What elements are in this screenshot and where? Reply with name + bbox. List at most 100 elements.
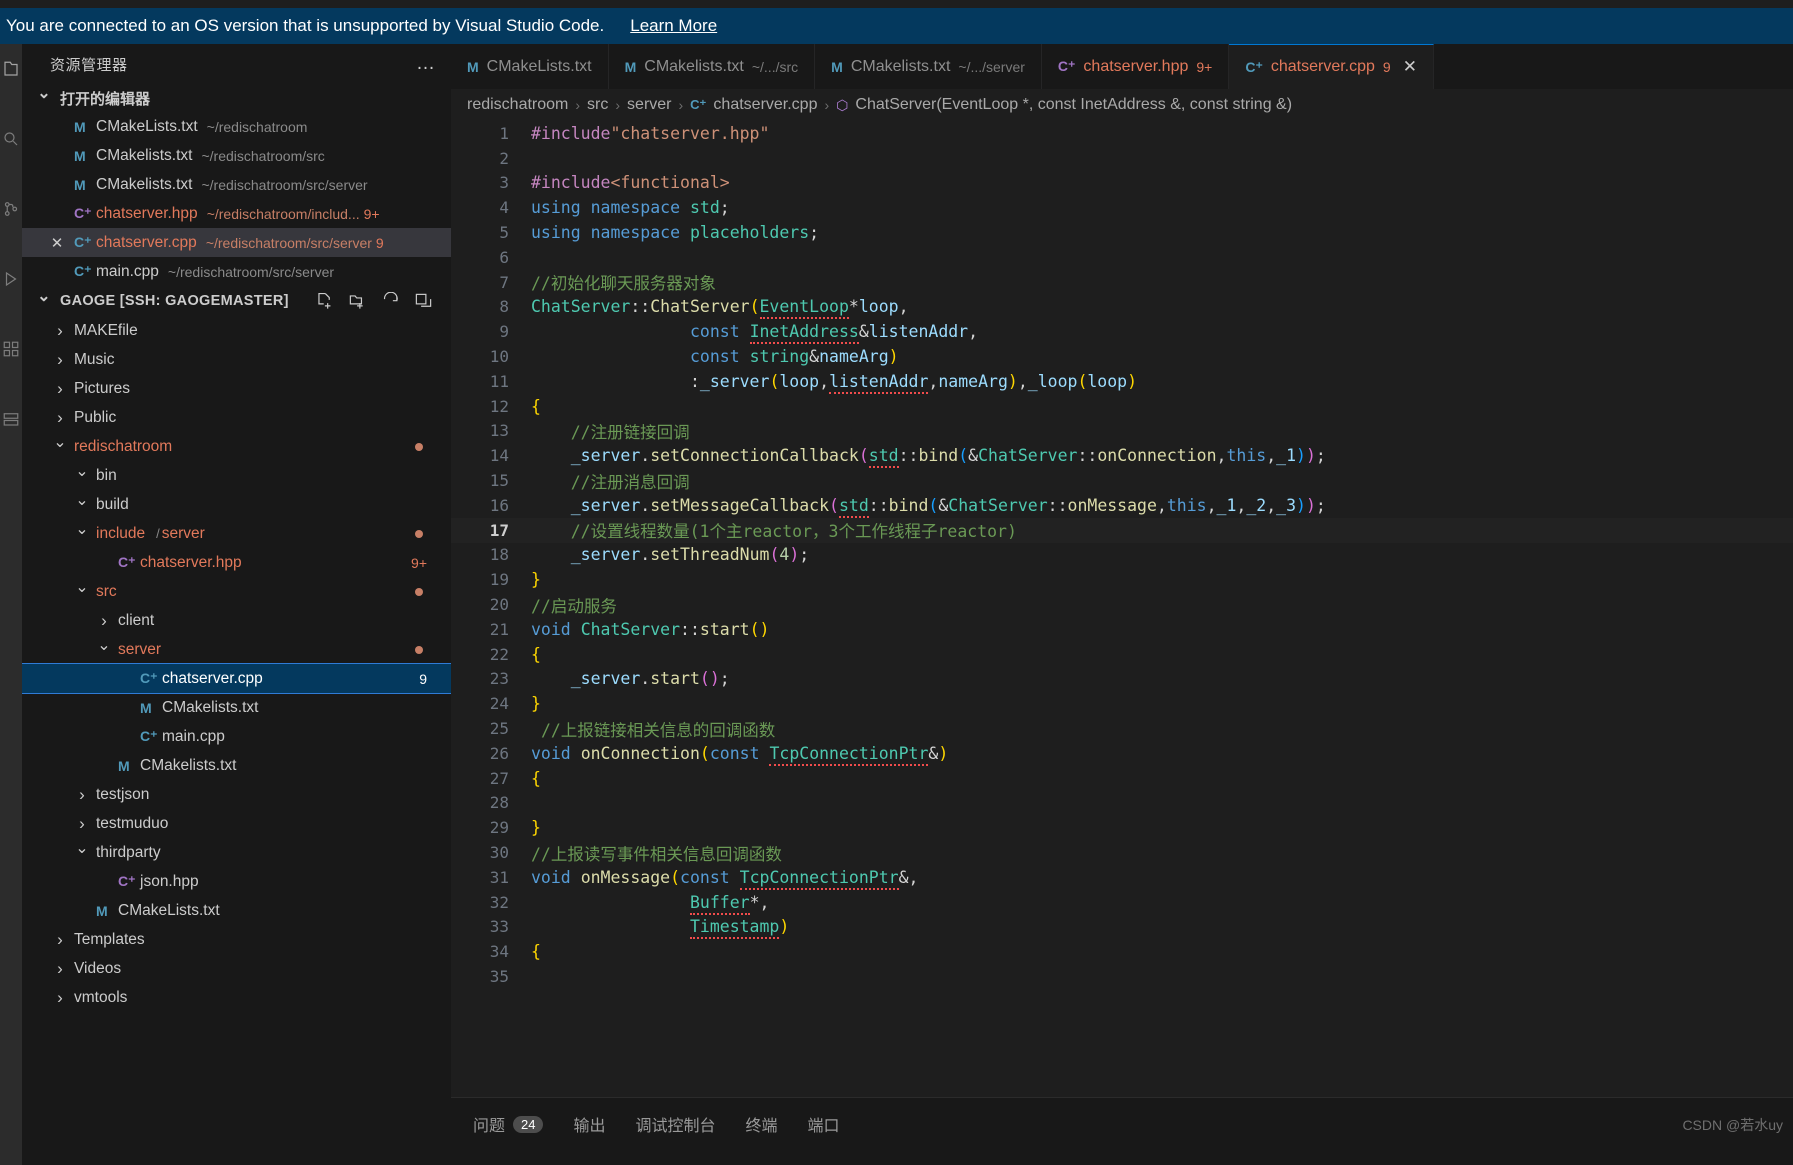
tree-file[interactable]: C⁺ chatserver.cpp 9 (22, 663, 451, 694)
code-line[interactable]: 12 { (451, 394, 1793, 419)
breadcrumb-item[interactable]: chatserver.cpp (713, 96, 817, 114)
code-line[interactable]: 7 //初始化聊天服务器对象 (451, 270, 1793, 295)
tree-folder[interactable]: bin (22, 461, 451, 490)
open-editor-item[interactable]: C⁺ chatserver.hpp ~/redischatroom/includ..… (22, 199, 451, 228)
code-line[interactable]: 15 //注册消息回调 (451, 468, 1793, 493)
tree-folder[interactable]: thirdparty (22, 838, 451, 867)
close-icon[interactable]: ✕ (50, 234, 64, 252)
code-line[interactable]: 1 #include"chatserver.hpp" (451, 121, 1793, 146)
tree-file[interactable]: C⁺ json.hpp (22, 867, 451, 896)
code-line[interactable]: 30 //上报读写事件相关信息回调函数 (451, 840, 1793, 865)
explorer-more-actions-icon[interactable]: … (416, 53, 437, 75)
code-line[interactable]: 19} (451, 567, 1793, 592)
panel-tab[interactable]: 调试控制台 (636, 1112, 716, 1136)
code-line[interactable]: 6 (451, 245, 1793, 270)
code-line[interactable]: 5 using namespace placeholders; (451, 220, 1793, 245)
breadcrumb-item[interactable]: src (587, 96, 608, 114)
editor-tab[interactable]: C⁺ chatserver.cpp 9 ✕ (1229, 44, 1434, 89)
tree-folder[interactable]: include /server (22, 519, 451, 548)
refresh-icon[interactable] (381, 291, 400, 311)
code-line[interactable]: 9 const InetAddress&listenAddr, (451, 319, 1793, 345)
code-line[interactable]: 22 { (451, 642, 1793, 667)
new-file-icon[interactable] (315, 292, 334, 311)
open-editor-item[interactable]: M CMakeLists.txt ~/redischatroom (22, 112, 451, 141)
tree-file[interactable]: C⁺ chatserver.hpp 9+ (22, 548, 451, 577)
tree-item-label: CMakelists.txt (162, 698, 259, 716)
code-line[interactable]: 28 (451, 791, 1793, 816)
open-editor-item[interactable]: M CMakelists.txt ~/redischatroom/src (22, 141, 451, 170)
tree-file[interactable]: M CMakelists.txt (22, 751, 451, 780)
extensions-icon[interactable] (2, 340, 20, 358)
open-editor-item[interactable]: C⁺ main.cpp ~/redischatroom/src/server (22, 257, 451, 286)
code-line[interactable]: 4 using namespace std; (451, 195, 1793, 220)
tree-folder[interactable]: Videos (22, 954, 451, 983)
run-debug-icon[interactable] (2, 270, 20, 288)
code-line[interactable]: 25 //上报链接相关信息的回调函数 (451, 716, 1793, 741)
code-line[interactable]: 31 void onMessage(const TcpConnectionPtr&… (451, 865, 1793, 890)
explorer-icon[interactable] (2, 60, 20, 78)
code-line[interactable]: 35 (451, 964, 1793, 989)
tree-folder[interactable]: server (22, 635, 451, 664)
open-editor-item[interactable]: M CMakelists.txt ~/redischatroom/src/serve… (22, 170, 451, 199)
panel-tab[interactable]: 终端 (746, 1112, 778, 1136)
code-line[interactable]: 21 void ChatServer::start() (451, 617, 1793, 642)
code-line[interactable]: 2 (451, 146, 1793, 171)
code-line[interactable]: 26 void onConnection(const TcpConnectionP… (451, 741, 1793, 766)
code-line[interactable]: 13 //注册链接回调 (451, 419, 1793, 444)
open-editor-item[interactable]: ✕ C⁺ chatserver.cpp ~/redischatroom/src/ser… (22, 228, 451, 257)
code-line[interactable]: 24} (451, 691, 1793, 716)
code-line[interactable]: 20 //启动服务 (451, 592, 1793, 617)
code-line[interactable]: 23 _server.start(); (451, 667, 1793, 692)
tree-folder[interactable]: Templates (22, 925, 451, 954)
code-line[interactable]: 17 //设置线程数量(1个主reactor，3个工作线程子reactor) (451, 517, 1793, 543)
tree-file[interactable]: M CMakeLists.txt (22, 896, 451, 925)
code-line[interactable]: 14 _server.setConnectionCallback(std::bi… (451, 443, 1793, 469)
code-line[interactable]: 18 _server.setThreadNum(4); (451, 543, 1793, 568)
tree-folder[interactable]: build (22, 490, 451, 519)
code-line[interactable]: 33 Timestamp) (451, 915, 1793, 940)
code-line[interactable]: 11 :_server(loop,listenAddr,nameArg),_lo… (451, 369, 1793, 394)
open-editors-section-header[interactable]: 打开的编辑器 (22, 84, 451, 112)
tree-folder[interactable]: client (22, 606, 451, 635)
breadcrumb-item[interactable]: ChatServer(EventLoop *, const InetAddres… (855, 96, 1292, 114)
breadcrumb-item[interactable]: redischatroom (467, 96, 568, 114)
tree-folder[interactable]: Pictures (22, 374, 451, 403)
code-line[interactable]: 32 Buffer*, (451, 890, 1793, 915)
editor-tab[interactable]: M CMakeLists.txt (451, 44, 609, 89)
tree-folder[interactable]: testmuduo (22, 809, 451, 838)
learn-more-link[interactable]: Learn More (630, 16, 717, 36)
panel-tab[interactable]: 问题 24 (473, 1112, 544, 1136)
activity-bar[interactable] (0, 44, 22, 1165)
code-line[interactable]: 10 const string&nameArg) (451, 344, 1793, 369)
editor-tab[interactable]: M CMakelists.txt ~/.../server (815, 44, 1042, 89)
breadcrumb-item[interactable]: server (627, 96, 671, 114)
search-icon[interactable] (2, 130, 20, 148)
remote-explorer-icon[interactable] (2, 410, 20, 428)
workspace-section-header[interactable]: GAOGE [SSH: GAOGEMASTER] (22, 286, 451, 316)
new-folder-icon[interactable] (348, 292, 367, 311)
code-line[interactable]: 29} (451, 815, 1793, 840)
editor-tab[interactable]: C⁺ chatserver.hpp 9+ (1041, 44, 1230, 89)
tree-file[interactable]: M CMakelists.txt (22, 693, 451, 722)
tree-folder[interactable]: Music (22, 345, 451, 374)
source-control-icon[interactable] (2, 200, 20, 218)
tree-folder[interactable]: MAKEfile (22, 316, 451, 345)
code-line[interactable]: 8 ChatServer::ChatServer(EventLoop*loop, (451, 295, 1793, 320)
code-line[interactable]: 16 _server.setMessageCallback(std::bind(… (451, 493, 1793, 518)
close-icon[interactable]: ✕ (1403, 57, 1417, 77)
panel-tab[interactable]: 端口 (808, 1112, 840, 1136)
editor-tab[interactable]: M CMakelists.txt ~/.../src (608, 44, 816, 89)
tree-folder[interactable]: src (22, 577, 451, 606)
tree-folder[interactable]: vmtools (22, 983, 451, 1012)
tree-folder[interactable]: testjson (22, 780, 451, 809)
tree-folder[interactable]: redischatroom (22, 432, 451, 461)
code-line[interactable]: 34 { (451, 939, 1793, 964)
code-line[interactable]: 3 #include<functional> (451, 171, 1793, 196)
collapse-all-icon[interactable] (414, 292, 433, 311)
tree-file[interactable]: C⁺ main.cpp (22, 722, 451, 751)
tree-folder[interactable]: Public (22, 403, 451, 432)
panel-tab[interactable]: 输出 (573, 1112, 605, 1136)
code-line[interactable]: 27 { (451, 766, 1793, 791)
breadcrumb-separator: › (615, 97, 621, 113)
code-editor[interactable]: 1 #include"chatserver.hpp" 2 3 #include<func… (451, 121, 1793, 1121)
